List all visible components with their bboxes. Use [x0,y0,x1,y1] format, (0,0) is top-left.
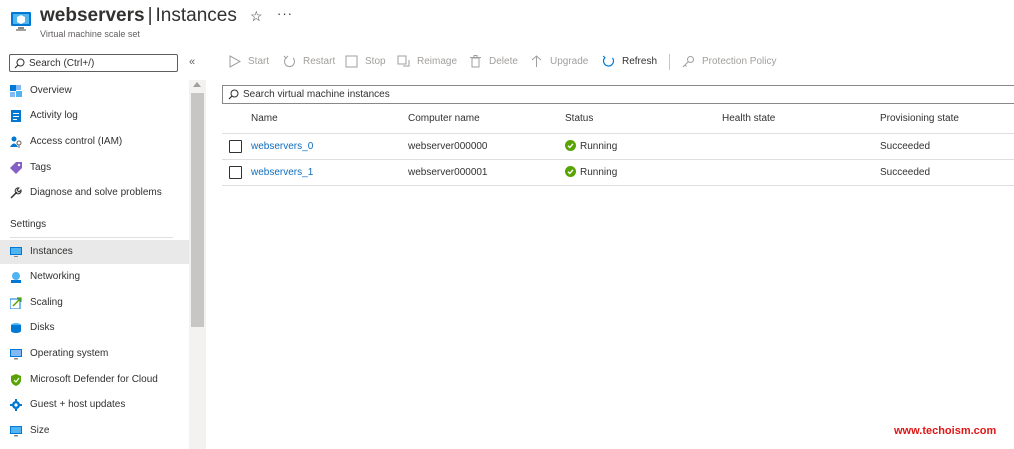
provisioning-state: Succeeded [880,167,931,178]
scroll-up-arrow-icon[interactable] [193,82,201,87]
table-row: webservers_1 webserver000001 Running Suc… [222,160,1014,186]
sidebar-item-disks[interactable]: Disks [0,316,189,340]
sidebar-item-networking[interactable]: Networking [0,265,189,289]
check-circle-icon [565,140,576,151]
sidebar-item-updates[interactable]: Guest + host updates [0,393,189,417]
iam-icon [10,136,22,148]
resource-type: Virtual machine scale set [40,29,140,39]
sidebar: Search (Ctrl+/) « Overview Activity log … [0,46,206,449]
instance-name-link[interactable]: webservers_0 [251,141,313,152]
trash-icon [470,55,481,68]
protection-policy-label: Protection Policy [702,56,777,67]
shield-icon [11,374,21,386]
row-checkbox[interactable] [229,140,242,153]
command-bar: Start Restart Stop Reimage Delete Upgrad… [222,52,1014,72]
sidebar-item-label: Activity log [30,110,78,121]
sidebar-item-label: Microsoft Defender for Cloud [30,374,158,385]
column-header-provisioning-state[interactable]: Provisioning state [880,113,959,124]
search-icon [228,89,239,100]
sidebar-item-overview[interactable]: Overview [0,79,189,103]
overview-icon [10,85,22,97]
play-icon [229,55,241,68]
upgrade-label: Upgrade [550,56,589,67]
status-text: Running [580,141,618,152]
sidebar-item-tags[interactable]: Tags [0,156,189,180]
sidebar-item-label: Tags [30,162,52,173]
tag-icon [10,162,22,174]
reimage-icon [397,55,410,67]
column-header-name[interactable]: Name [251,113,278,124]
delete-label: Delete [489,56,518,67]
computer-name: webserver000000 [408,141,488,152]
provisioning-state: Succeeded [880,141,931,152]
sidebar-item-label: Disks [30,322,55,333]
disks-icon [11,323,21,333]
networking-icon [11,272,21,283]
instances-search-placeholder: Search virtual machine instances [243,89,390,100]
sidebar-search-input[interactable]: Search (Ctrl+/) [9,54,178,72]
resource-name: webservers [40,5,145,26]
more-options-icon[interactable]: ··· [277,6,293,21]
restart-label: Restart [303,56,336,67]
sidebar-item-iam[interactable]: Access control (IAM) [0,130,189,154]
sidebar-item-diagnose[interactable]: Diagnose and solve problems [0,181,189,205]
check-circle-icon [565,166,576,177]
settings-heading: Settings [10,219,47,230]
sidebar-item-label: Size [30,425,50,436]
key-icon [682,56,694,68]
column-header-health-state[interactable]: Health state [722,113,775,124]
toolbar-divider [669,54,670,70]
sidebar-item-operating-system[interactable]: Operating system [0,342,189,366]
page-header: webservers | Instances ☆ ··· Virtual machi… [0,0,1014,46]
refresh-label: Refresh [622,56,658,67]
gear-icon [10,399,22,411]
instance-name-link[interactable]: webservers_1 [251,167,313,178]
page-title: webservers | Instances [40,5,237,27]
restart-icon [283,55,295,67]
sidebar-item-label: Guest + host updates [30,399,126,410]
status-text: Running [580,167,618,178]
refresh-icon [602,55,615,67]
sidebar-item-label: Instances [30,246,73,257]
page-name: Instances [155,5,237,26]
title-separator: | [147,5,153,26]
favorite-star-icon[interactable]: ☆ [250,8,263,25]
settings-divider [10,237,173,238]
watermark: www.techoism.com [894,425,997,437]
wrench-icon [10,187,22,199]
column-header-status[interactable]: Status [565,113,593,124]
computer-name: webserver000001 [408,167,488,178]
sidebar-item-defender[interactable]: Microsoft Defender for Cloud [0,368,189,392]
table-row: webservers_0 webserver000000 Running Suc… [222,134,1014,160]
sidebar-item-size[interactable]: Size [0,419,189,443]
search-icon [14,58,25,69]
scaling-icon [10,297,22,309]
sidebar-item-activity-log[interactable]: Activity log [0,104,189,128]
sidebar-item-label: Overview [30,85,72,96]
sidebar-search-placeholder: Search (Ctrl+/) [29,58,95,69]
instances-search-input[interactable]: Search virtual machine instances [222,85,1014,104]
sidebar-item-label: Access control (IAM) [30,136,123,147]
sidebar-item-label: Diagnose and solve problems [30,187,162,198]
reimage-label: Reimage [417,56,458,67]
stop-icon [345,55,358,68]
instances-icon [10,247,22,257]
monitor-icon [10,349,22,360]
start-label: Start [248,56,270,67]
vmss-icon [11,12,31,31]
sidebar-item-scaling[interactable]: Scaling [0,291,189,315]
sidebar-scroll-thumb[interactable] [191,93,204,327]
size-icon [10,426,22,437]
activity-log-icon [11,110,21,122]
sidebar-item-label: Operating system [30,348,109,359]
sidebar-item-label: Scaling [30,297,63,308]
column-header-computer-name[interactable]: Computer name [408,113,480,124]
sidebar-item-instances[interactable]: Instances [0,240,189,264]
sidebar-item-label: Networking [30,271,81,282]
collapse-sidebar-button[interactable]: « [189,56,195,68]
row-checkbox[interactable] [229,166,242,179]
stop-label: Stop [365,56,386,67]
arrow-up-icon [531,55,542,67]
